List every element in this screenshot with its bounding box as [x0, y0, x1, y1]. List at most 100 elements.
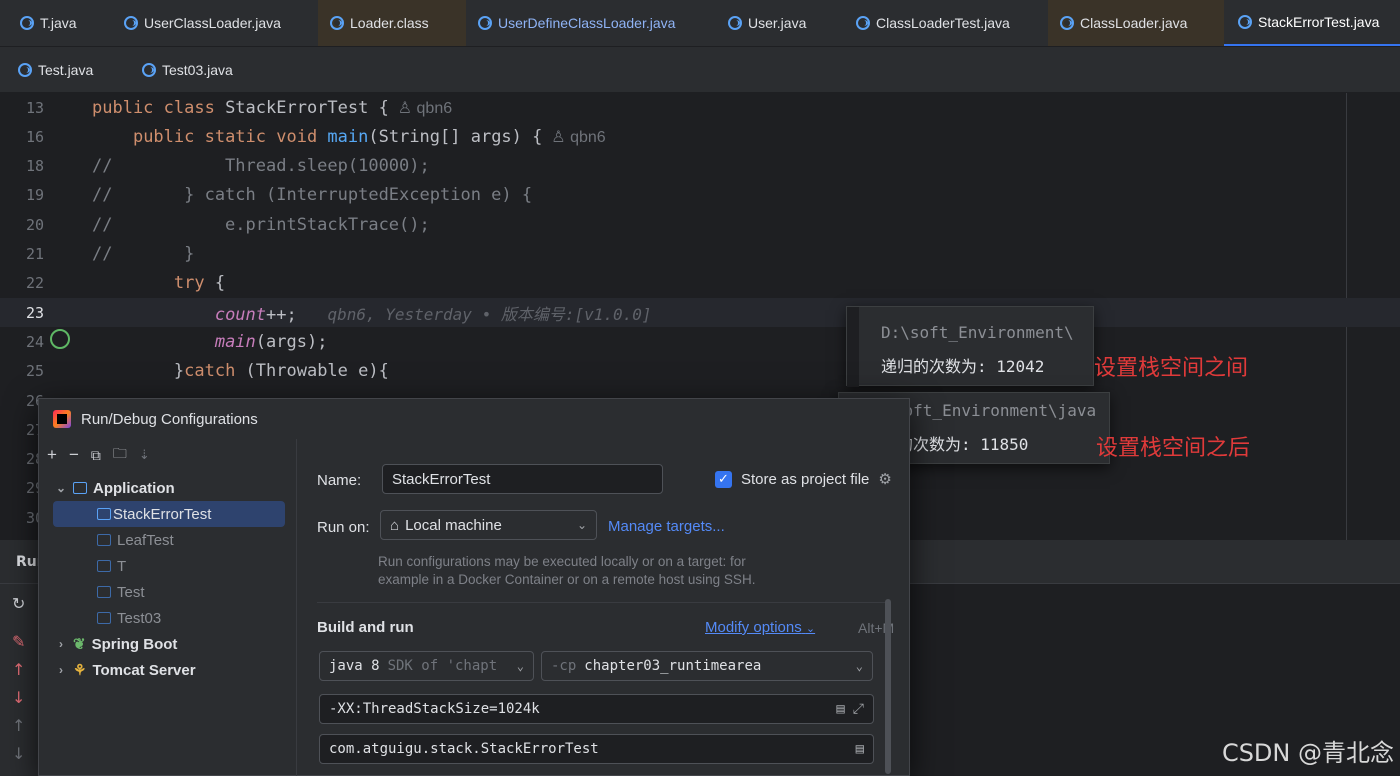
sort-icon[interactable]: ⇣: [139, 447, 150, 463]
tree-node-tomcat-server[interactable]: › ⚘ Tomcat Server: [55, 657, 196, 683]
tree-item-test[interactable]: Test: [97, 579, 145, 605]
line-number: 23: [25, 303, 44, 322]
tomcat-icon: ⚘: [73, 662, 87, 679]
tab-loader-class[interactable]: Loader.class: [318, 0, 466, 46]
tree-item-test03[interactable]: Test03: [97, 605, 161, 631]
config-icon: [97, 586, 111, 598]
run-on-select[interactable]: ⌂ Local machine ⌄: [380, 510, 597, 540]
user-icon: ♙: [388, 99, 417, 117]
git-blame-annotation: qbn6, Yesterday • 版本编号:[v1.0.0]: [327, 304, 652, 324]
document-icon[interactable]: ▤: [856, 741, 864, 757]
dialog-title: Run/Debug Configurations: [81, 410, 258, 428]
run-on-label: Run on:: [317, 519, 370, 536]
recursive-call-icon[interactable]: [50, 329, 70, 349]
code-token: {: [214, 273, 226, 294]
java-class-icon: [20, 16, 34, 30]
folder-add-icon[interactable]: 🗀: [113, 443, 127, 467]
tab-user-java[interactable]: User.java: [704, 0, 832, 46]
spring-boot-icon: ❦: [73, 636, 86, 653]
manage-targets-link[interactable]: Manage targets...: [608, 518, 725, 535]
stop-icon[interactable]: ✎: [12, 632, 25, 651]
console-output-popup-before: D:\soft_Environment\ 递归的次数为: 12042: [846, 306, 1094, 387]
chevron-down-icon: ⌄: [55, 481, 67, 495]
tab-classloadertest-java[interactable]: ClassLoaderTest.java: [832, 0, 1048, 46]
code-token: (String[] args) {: [368, 126, 543, 147]
classpath-module-select[interactable]: -cp chapter03_runtimearea ⌄: [541, 651, 873, 681]
console-path-text: D:\soft_Environment\: [881, 323, 1074, 342]
tab-userdefineclassloader-java[interactable]: UserDefineClassLoader.java: [466, 0, 704, 46]
add-icon[interactable]: +: [47, 445, 57, 465]
tab-test-java[interactable]: Test.java: [0, 47, 124, 92]
name-input[interactable]: StackErrorTest: [382, 464, 663, 494]
arrow-up-icon[interactable]: ↑: [12, 660, 25, 679]
main-class-input[interactable]: com.atguigu.stack.StackErrorTest ▤: [319, 734, 874, 764]
line-number: 13: [25, 98, 44, 117]
tab-stackerrortest-java[interactable]: StackErrorTest.java: [1224, 0, 1400, 46]
line-number: 18: [25, 157, 44, 176]
divider: [317, 602, 887, 603]
rerun-icon[interactable]: ↻: [12, 594, 25, 613]
code-token: ++;: [266, 304, 328, 325]
tab-classloader-java[interactable]: ClassLoader.java: [1048, 0, 1224, 46]
java-class-icon: [142, 62, 156, 77]
vm-options-input[interactable]: -XX:ThreadStackSize=1024k ▤ ⤢: [319, 694, 874, 724]
modify-options-link[interactable]: Modify options ⌄: [705, 619, 815, 636]
chevron-down-icon: ⌄: [516, 659, 524, 673]
code-token: }: [92, 361, 185, 382]
code-line[interactable]: 21 // }: [0, 240, 1400, 269]
tree-node-spring-boot[interactable]: › ❦ Spring Boot: [55, 631, 177, 657]
expand-icon[interactable]: ⤢: [853, 701, 864, 717]
code-token: try: [173, 273, 215, 294]
tab-test03-java[interactable]: Test03.java: [124, 47, 264, 92]
code-token: (args);: [255, 331, 328, 352]
document-icon[interactable]: ▤: [836, 701, 844, 717]
run-on-help-text-1: Run configurations may be executed local…: [378, 554, 746, 569]
tab-userclassloader-java[interactable]: UserClassLoader.java: [100, 0, 318, 46]
tree-item-stackerrortest[interactable]: StackErrorTest: [53, 501, 285, 527]
code-text: main(args);: [92, 331, 328, 352]
code-line[interactable]: 20 // e.printStackTrace();: [0, 210, 1400, 239]
user-icon: ♙: [542, 128, 571, 146]
code-line[interactable]: 16 public static void main(String[] args…: [0, 122, 1400, 151]
chevron-down-icon: ⌄: [855, 659, 863, 673]
home-icon: ⌂: [390, 516, 400, 534]
jdk-select[interactable]: java 8 SDK of 'chapt ⌄: [319, 651, 534, 681]
line-number: 20: [25, 215, 44, 234]
editor-tab-bar-primary: T.java UserClassLoader.java Loader.class…: [0, 0, 1400, 47]
tab-t-java[interactable]: T.java: [0, 0, 100, 46]
arrow-down-icon[interactable]: ↓: [12, 688, 25, 707]
code-line[interactable]: 19 // } catch (InterruptedException e) {: [0, 181, 1400, 210]
tree-item-t[interactable]: T: [97, 553, 126, 579]
java-class-icon: [18, 62, 32, 77]
code-token: public class: [92, 97, 226, 118]
code-token: // Thread.sleep(10000);: [92, 156, 430, 177]
code-text: public class StackErrorTest { ♙ qbn6: [92, 98, 452, 118]
tree-item-leaftest[interactable]: LeafTest: [97, 527, 174, 553]
gear-icon[interactable]: ⚙: [878, 470, 891, 488]
annotation-after: 设置栈空间之后: [1096, 436, 1251, 461]
code-text: try {: [92, 273, 225, 293]
java-class-icon: [1238, 15, 1252, 29]
code-line[interactable]: 23 count++; qbn6, Yesterday • 版本编号:[v1.0…: [0, 298, 1400, 328]
code-token: // }: [92, 244, 195, 264]
scroll-down-icon[interactable]: ↓: [12, 744, 25, 763]
tree-node-application[interactable]: ⌄ Application: [55, 475, 175, 501]
code-line[interactable]: 13 public class StackErrorTest { ♙ qbn6: [0, 93, 1400, 122]
code-token: // e.printStackTrace();: [92, 214, 430, 235]
store-as-project-file[interactable]: ✓ Store as project file ⚙: [715, 470, 892, 488]
console-result-text: 递归的次数为: 12042: [881, 357, 1045, 376]
scroll-up-icon[interactable]: ↑: [12, 716, 25, 735]
config-icon: [97, 560, 111, 572]
copy-icon[interactable]: ⧉: [91, 447, 101, 464]
code-line[interactable]: 22 try {: [0, 269, 1400, 298]
code-text: // e.printStackTrace();: [92, 215, 430, 235]
chevron-down-icon: ⌄: [576, 518, 587, 532]
line-number: 21: [25, 245, 44, 263]
java-class-icon: [1060, 16, 1074, 30]
dialog-scrollbar[interactable]: [885, 599, 891, 774]
checkbox-checked-icon[interactable]: ✓: [715, 470, 732, 488]
configuration-form: Name: StackErrorTest ✓ Store as project …: [298, 439, 910, 776]
code-line[interactable]: 18 // Thread.sleep(10000);: [0, 152, 1400, 181]
remove-icon[interactable]: −: [69, 445, 79, 465]
